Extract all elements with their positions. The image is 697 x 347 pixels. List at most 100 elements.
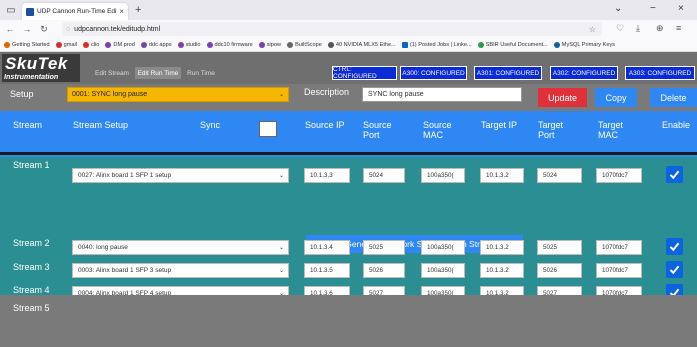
- bookmark-star-icon[interactable]: ☆: [589, 25, 596, 34]
- source-mac-input[interactable]: 100a350(: [421, 311, 465, 326]
- source-mac-input[interactable]: 100a350(: [421, 263, 465, 278]
- target-mac-input[interactable]: 1070fdc7: [596, 240, 642, 255]
- source-port-input[interactable]: 5027: [363, 286, 405, 301]
- browser-nav-bar: ← → ↻ ◌ udpcannon.tek/editudp.html ☆ ♡ ⤓…: [0, 20, 697, 38]
- sync-all-checkbox[interactable]: [259, 121, 277, 137]
- stream-name: Stream 6: [13, 333, 50, 343]
- tab-run-time[interactable]: Run Time: [184, 67, 218, 79]
- stream-setup-select[interactable]: 0040: long pause ⌄: [72, 332, 289, 347]
- target-ip-input[interactable]: 10.1.3.2: [480, 332, 524, 347]
- bookmark-item[interactable]: clio: [83, 41, 99, 48]
- bookmark-item[interactable]: sipow: [258, 41, 281, 48]
- target-port-input[interactable]: 5026: [537, 263, 582, 278]
- source-ip-input[interactable]: 10.1.3.3: [304, 168, 350, 183]
- enable-checkbox[interactable]: [666, 261, 683, 278]
- stream-table-header: Stream Stream Setup Sync Source IP Sourc…: [0, 111, 697, 157]
- target-port-input[interactable]: 5025: [537, 240, 582, 255]
- new-tab-icon[interactable]: +: [135, 4, 141, 16]
- bookmark-item[interactable]: studio: [177, 41, 201, 48]
- target-mac-input[interactable]: 1070fdc7: [596, 286, 642, 301]
- target-mac-input[interactable]: 1070fdc7: [596, 168, 642, 183]
- bookmark-item[interactable]: BuiltScope: [287, 41, 322, 48]
- target-ip-input[interactable]: 10.1.3.2: [480, 286, 524, 301]
- bookmark-item[interactable]: Getting Started: [4, 41, 50, 48]
- source-port-input[interactable]: 5028: [363, 311, 405, 326]
- enable-checkbox[interactable]: [666, 284, 683, 301]
- target-port-input[interactable]: 5028: [537, 311, 582, 326]
- col-source-ip: Source IP: [305, 120, 345, 130]
- target-ip-input[interactable]: 10.1.3.2: [480, 311, 524, 326]
- back-icon[interactable]: ←: [3, 24, 17, 34]
- forward-icon[interactable]: →: [20, 24, 34, 34]
- extensions-icon[interactable]: ⊕: [656, 23, 664, 34]
- target-ip-input[interactable]: 10.1.3.2: [480, 240, 524, 255]
- bookmark-item[interactable]: SBIR Useful Document...: [477, 41, 548, 48]
- chevron-down-icon: ⌄: [278, 92, 284, 98]
- tab-list-icon[interactable]: ▭: [0, 0, 22, 20]
- menu-icon[interactable]: ≡: [676, 23, 681, 33]
- close-tab-icon[interactable]: ×: [119, 7, 124, 16]
- source-ip-input[interactable]: 10.1.3.7: [304, 311, 350, 326]
- downloads-icon[interactable]: ⤓: [636, 23, 640, 34]
- bookmark-item[interactable]: ddc apps: [140, 41, 172, 48]
- bookmark-item[interactable]: 40 NVIDIA MLX5 Ethe...: [327, 41, 396, 48]
- stream-name: Stream 3: [13, 262, 50, 272]
- enable-checkbox[interactable]: [666, 166, 683, 183]
- source-port-input[interactable]: 5029: [363, 332, 405, 347]
- source-ip-input[interactable]: 10.1.3.5: [304, 263, 350, 278]
- delete-button[interactable]: Delete: [650, 88, 697, 107]
- target-ip-input[interactable]: 10.1.3.2: [480, 168, 524, 183]
- setup-select[interactable]: 0001: SYNC long pause ⌄: [67, 87, 289, 102]
- minimize-icon[interactable]: −: [650, 3, 656, 14]
- page-info-icon[interactable]: ◌: [66, 26, 70, 33]
- url-text: udpcannon.tek/editudp.html: [74, 25, 161, 33]
- source-ip-input[interactable]: 10.1.3.8: [304, 332, 350, 347]
- source-port-input[interactable]: 5025: [363, 240, 405, 255]
- stream-setup-select[interactable]: 0027: Alinx board 1 SFP 1 setup ⌄: [72, 168, 289, 183]
- copy-button[interactable]: Copy: [595, 88, 637, 107]
- enable-checkbox[interactable]: [666, 238, 683, 255]
- address-bar[interactable]: ◌ udpcannon.tek/editudp.html ☆: [62, 22, 602, 36]
- col-source-mac: Source MAC: [423, 120, 452, 140]
- bookmark-item[interactable]: MySQL Primary Keys: [553, 41, 615, 48]
- source-port-input[interactable]: 5026: [363, 263, 405, 278]
- target-ip-input[interactable]: 10.1.3.2: [480, 263, 524, 278]
- target-port-input[interactable]: 5027: [537, 286, 582, 301]
- browser-tab[interactable]: UDP Cannon Run-Time Editor ×: [22, 3, 128, 20]
- target-port-input[interactable]: 5024: [537, 168, 582, 183]
- bookmark-item[interactable]: ddc10 firmware: [206, 41, 253, 48]
- stream-setup-select[interactable]: 0003: Alinx board 1 SFP 3 setup ⌄: [72, 263, 289, 278]
- source-mac-input[interactable]: 100a350(: [421, 286, 465, 301]
- enable-checkbox[interactable]: [666, 310, 683, 327]
- a302-config-badge: A302: CONFIGURED: [550, 66, 618, 80]
- bookmark-item[interactable]: (1) Posted Jobs | Linke...: [401, 41, 472, 48]
- bookmark-item[interactable]: gmail: [55, 41, 77, 48]
- source-mac-input[interactable]: 100a350(: [421, 168, 465, 183]
- update-button[interactable]: Update: [538, 88, 587, 107]
- target-mac-input[interactable]: 1070fdc7: [596, 311, 642, 326]
- target-port-input[interactable]: 5029: [537, 332, 582, 347]
- chevron-down-icon: ⌄: [278, 337, 284, 343]
- source-mac-input[interactable]: 100a350(: [421, 240, 465, 255]
- a303-config-badge: A303: CONFIGURED: [625, 66, 695, 80]
- tab-edit-run-time[interactable]: Edit Run Time: [135, 67, 181, 79]
- target-mac-input[interactable]: 1070fdc7: [596, 263, 642, 278]
- enable-checkbox[interactable]: [666, 330, 683, 347]
- list-all-tabs-icon[interactable]: ⌄: [614, 3, 622, 14]
- stream-setup-select[interactable]: 0038: Full Throttle ⌄: [72, 311, 289, 326]
- reload-icon[interactable]: ↻: [37, 24, 51, 35]
- target-mac-input[interactable]: 1070fdc7: [596, 332, 642, 347]
- close-window-icon[interactable]: ×: [678, 3, 684, 14]
- source-ip-input[interactable]: 10.1.3.6: [304, 286, 350, 301]
- source-mac-input[interactable]: 100a350(: [421, 332, 465, 347]
- description-input[interactable]: SYNC long pause: [362, 87, 522, 102]
- tab-edit-stream[interactable]: Edit Stream: [92, 67, 132, 79]
- source-port-input[interactable]: 5024: [363, 168, 405, 183]
- a300-config-badge: A300: CONFIGURED: [400, 66, 467, 80]
- pocket-icon[interactable]: ♡: [616, 23, 624, 34]
- bookmark-item[interactable]: DM prod: [105, 41, 135, 48]
- source-ip-input[interactable]: 10.1.3.4: [304, 240, 350, 255]
- ctrl-config-badge: CTRL: CONFIGURED: [332, 66, 397, 80]
- stream-setup-select[interactable]: 0040: long pause ⌄: [72, 240, 289, 255]
- stream-setup-select[interactable]: 0004: Alinx board 1 SFP 4 setup ⌄: [72, 286, 289, 301]
